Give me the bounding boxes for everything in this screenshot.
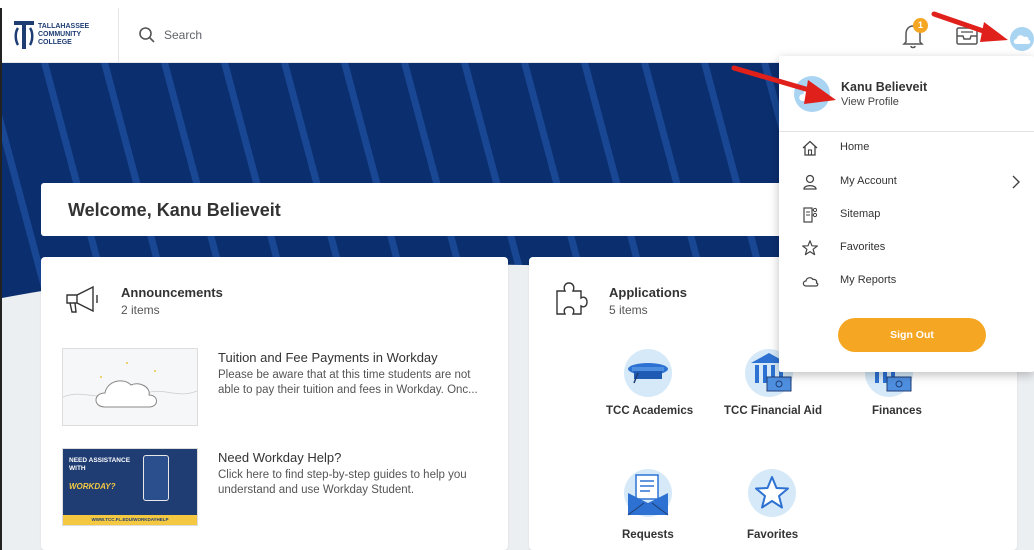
welcome-bar: Welcome, Kanu Believeit: [41, 183, 801, 236]
announcements-card: Announcements 2 items Tuition and Fee Pa…: [41, 257, 508, 550]
sign-out-button[interactable]: Sign Out: [838, 318, 986, 352]
app-label-tcc-academics[interactable]: TCC Academics: [606, 405, 693, 417]
annotation-arrow-profile: [731, 65, 836, 104]
thumb-help-text: NEED ASSISTANCE WITH WORKDAY?: [69, 457, 130, 491]
announcement-title-2[interactable]: Need Workday Help?: [218, 450, 341, 465]
app-label-finances[interactable]: Finances: [872, 405, 922, 417]
logo-text: TALLAHASSEE COMMUNITY COLLEGE: [38, 23, 89, 47]
applications-title: Applications: [609, 285, 688, 300]
megaphone-icon: [66, 285, 98, 313]
profile-name: Kanu Believeit: [841, 80, 928, 94]
app-tile-tcc-academics[interactable]: [624, 349, 672, 397]
top-header: TALLAHASSEE COMMUNITY COLLEGE Search 1: [2, 8, 1034, 63]
welcome-text: Welcome, Kanu Believeit: [68, 200, 281, 220]
logo-line-2: COMMUNITY: [38, 31, 82, 38]
announcement-desc-2-line-2: understand and use Workday Student.: [218, 484, 415, 496]
thumb-line-3: WORKDAY?: [69, 482, 116, 491]
menu-item-my-account[interactable]: My Account: [779, 166, 1034, 198]
announcement-desc-1-line-1: Please be aware that at this time studen…: [218, 369, 471, 381]
thumb-line-2: WITH: [69, 465, 86, 472]
view-profile-link[interactable]: View Profile: [841, 96, 899, 108]
app-label-requests[interactable]: Requests: [622, 529, 674, 541]
annotation-arrow-top: [931, 11, 1008, 42]
logo-line-1: TALLAHASSEE: [38, 23, 90, 30]
thumb-line-1: NEED ASSISTANCE: [69, 457, 131, 464]
announcement-desc-1-line-2: able to pay their tuition and fees in Wo…: [218, 384, 478, 396]
logo-line-3: COLLEGE: [38, 39, 72, 46]
tuition-thumbnail[interactable]: [62, 348, 198, 426]
profile-avatar-button[interactable]: [1010, 27, 1034, 51]
cropped-heading-strip: [0, 0, 1034, 8]
menu-item-home[interactable]: Home: [779, 132, 1034, 164]
app-label-favorites[interactable]: Favorites: [747, 529, 798, 541]
menu-label-my-account: My Account: [840, 175, 897, 187]
app-tile-favorites[interactable]: [748, 469, 796, 517]
tcc-logo-icon: [14, 21, 34, 49]
announcement-desc-2-line-1: Click here to find step-by-step guides t…: [218, 469, 467, 481]
home-icon: [802, 140, 818, 156]
chevron-right-icon: [1012, 175, 1020, 189]
search-icon[interactable]: [138, 26, 156, 44]
menu-label-home: Home: [840, 141, 870, 153]
cloud-avatar-icon: [1013, 35, 1031, 44]
menu-item-my-reports[interactable]: My Reports: [779, 265, 1034, 297]
star-icon: [755, 476, 789, 509]
thumb-url: WWW.TCC.FL.EDU/WORKDAYHELP: [63, 515, 197, 525]
workday-help-thumbnail[interactable]: NEED ASSISTANCE WITH WORKDAY? WWW.TCC.FL…: [62, 448, 198, 526]
cloud-thumbnail-icon: [63, 362, 197, 408]
workday-home-screen: TALLAHASSEE COMMUNITY COLLEGE Search 1 W…: [0, 0, 1034, 550]
header-divider: [118, 8, 119, 62]
announcements-count: 2 items: [121, 303, 160, 317]
applications-count: 5 items: [609, 303, 648, 317]
menu-label-sitemap: Sitemap: [840, 208, 881, 220]
announcement-desc-1: Please be aware that at this time studen…: [218, 368, 478, 398]
envelope-checklist-icon: [627, 474, 669, 516]
puzzle-icon: [556, 282, 588, 315]
cloud-icon: [802, 277, 819, 287]
menu-label-my-reports: My Reports: [840, 274, 897, 286]
announcement-desc-2: Click here to find step-by-step guides t…: [218, 468, 467, 498]
sitemap-icon: [803, 207, 818, 223]
star-outline-icon: [802, 240, 818, 256]
menu-label-favorites: Favorites: [840, 241, 886, 253]
tcc-logo[interactable]: TALLAHASSEE COMMUNITY COLLEGE: [14, 20, 106, 50]
app-tile-requests[interactable]: [624, 469, 672, 517]
user-icon: [803, 174, 817, 190]
app-label-tcc-financial-aid[interactable]: TCC Financial Aid: [724, 405, 822, 417]
announcement-title-1[interactable]: Tuition and Fee Payments in Workday: [218, 350, 438, 365]
graduation-cap-icon: [628, 363, 668, 384]
menu-item-favorites[interactable]: Favorites: [779, 232, 1034, 264]
announcements-title: Announcements: [121, 285, 223, 300]
search-input[interactable]: Search: [164, 28, 202, 42]
menu-item-sitemap[interactable]: Sitemap: [779, 199, 1034, 231]
left-border: [0, 8, 2, 550]
phone-graphic: [143, 455, 169, 501]
notification-badge: 1: [913, 18, 928, 33]
